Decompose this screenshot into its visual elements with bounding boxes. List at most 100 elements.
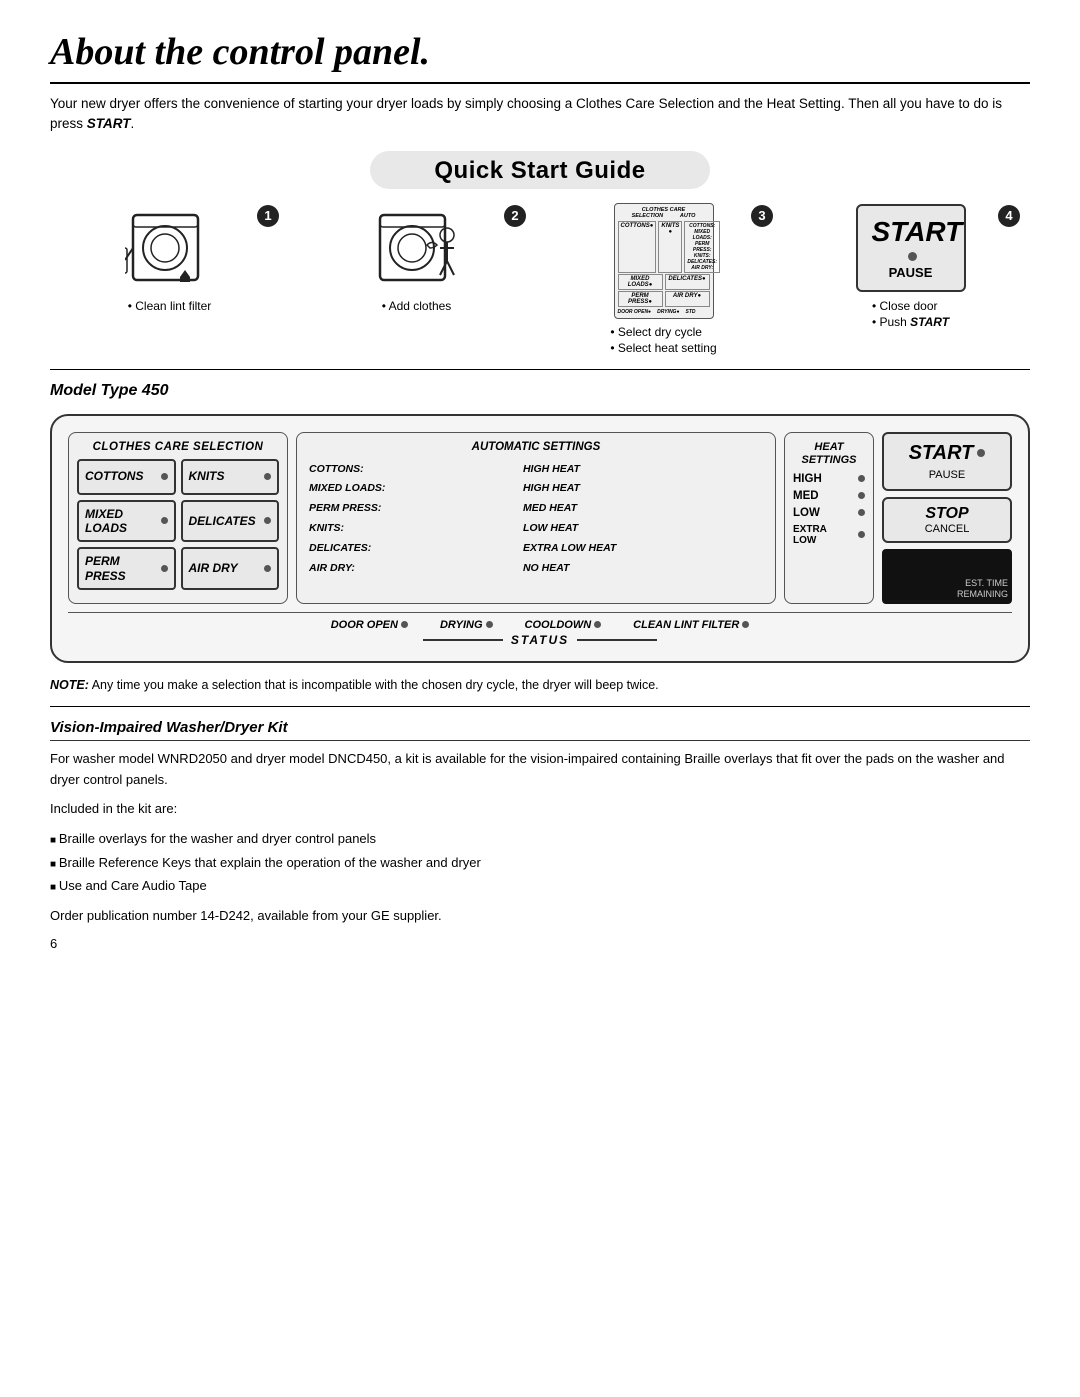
vision-list-item-3: Use and Care Audio Tape [50, 874, 1030, 897]
vision-list: Braille overlays for the washer and drye… [50, 827, 1030, 897]
perm-press-indicator [161, 565, 168, 572]
heat-high[interactable]: HIGH [793, 473, 865, 485]
heat-title: HEATSETTINGS [793, 441, 865, 467]
auto-row-delicates: DELICATES:EXTRA LOW HEAT [309, 540, 763, 558]
heat-med[interactable]: MED [793, 490, 865, 502]
pause-label: PAUSE [889, 265, 933, 280]
vision-para-2: Included in the kit are: [50, 799, 1030, 820]
delicates-indicator [264, 517, 271, 524]
door-open-dot [401, 621, 408, 628]
step-4-badge: 4 [998, 205, 1020, 227]
step-2-badge: 2 [504, 205, 526, 227]
divider-2 [50, 706, 1030, 707]
stop-cancel-button[interactable]: STOP CANCEL [882, 497, 1012, 543]
ccs-button-delicates[interactable]: DELICATES [181, 500, 280, 543]
heat-extra-low[interactable]: EXTRALOW [793, 524, 865, 546]
vision-impaired-title: Vision-Impaired Washer/Dryer Kit [50, 719, 1030, 741]
start-big-label: START [894, 442, 1000, 465]
ccs-button-perm-press[interactable]: PERMPRESS [77, 547, 176, 590]
ccs-button-cottons[interactable]: COTTONS [77, 459, 176, 495]
control-panel: CLOTHES CARE SELECTION COTTONS KNITS MIX… [50, 414, 1030, 663]
start-dot [977, 449, 985, 457]
status-line-left [423, 639, 503, 641]
model-type-label: Model Type 450 [50, 382, 1030, 400]
step-1: 1 Clean lint filter [50, 203, 289, 315]
status-section: DOOR OPEN DRYING COOLDOWN CLEAN LINT FIL… [68, 612, 1012, 647]
cp-top-section: CLOTHES CARE SELECTION COTTONS KNITS MIX… [68, 432, 1012, 604]
knits-indicator [264, 473, 271, 480]
start-pause-box[interactable]: START PAUSE [856, 204, 966, 292]
status-door-open: DOOR OPEN [331, 619, 408, 631]
note-paragraph: NOTE: Any time you make a selection that… [50, 677, 1030, 695]
heat-med-indicator [858, 492, 865, 499]
vision-para-1: For washer model WNRD2050 and dryer mode… [50, 749, 1030, 791]
vision-list-item-2: Braille Reference Keys that explain the … [50, 851, 1030, 874]
ccs-button-air-dry[interactable]: AIR DRY [181, 547, 280, 590]
step-4-bullet-1: Close door [872, 299, 949, 313]
steps-row: 1 Clean lint filter 2 [50, 203, 1030, 357]
time-remaining-label: EST. TIMEREMAINING [886, 578, 1008, 600]
automatic-settings: AUTOMATIC SETTINGS COTTONS:HIGH HEAT MIX… [296, 432, 776, 604]
step-2-bullet-1: Add clothes [382, 299, 452, 313]
page-title: About the control panel. [50, 30, 1030, 84]
auto-row-airdry: AIR DRY:NO HEAT [309, 560, 763, 578]
note-label: NOTE: [50, 678, 89, 692]
step-2: 2 Add clothes [297, 203, 536, 315]
step-2-bullets: Add clothes [382, 299, 452, 315]
step-1-bullets: Clean lint filter [128, 299, 212, 315]
cooldown-dot [594, 621, 601, 628]
step-4-bullets: Close door Push START [872, 299, 949, 331]
status-line-right [577, 639, 657, 641]
heat-settings: HEATSETTINGS HIGH MED LOW EXTRALOW [784, 432, 874, 604]
step-3-bullet-1: Select dry cycle [610, 325, 716, 339]
step-2-image [297, 203, 536, 293]
cottons-indicator [161, 473, 168, 480]
heat-high-indicator [858, 475, 865, 482]
cancel-small-label: CANCEL [894, 523, 1000, 535]
page-number: 6 [50, 936, 1030, 951]
auto-row-mixed: MIXED LOADS:HIGH HEAT [309, 480, 763, 498]
mini-control-panel: CLOTHES CARE SELECTION AUTO COTTONS● KNI… [614, 203, 714, 319]
heat-low-indicator [858, 509, 865, 516]
heat-extra-low-indicator [858, 531, 865, 538]
ccs-button-mixed-loads[interactable]: MIXEDLOADS [77, 500, 176, 543]
vision-para-3: Order publication number 14-D242, availa… [50, 906, 1030, 927]
time-remaining-display: EST. TIMEREMAINING [882, 549, 1012, 604]
auto-row-knits: KNITS:LOW HEAT [309, 520, 763, 538]
status-bar: DOOR OPEN DRYING COOLDOWN CLEAN LINT FIL… [68, 612, 1012, 631]
heat-low[interactable]: LOW [793, 507, 865, 519]
mixed-loads-indicator [161, 517, 168, 524]
step-3-bullets: Select dry cycle Select heat setting [610, 325, 716, 357]
status-drying: DRYING [440, 619, 493, 631]
status-clean-lint: CLEAN LINT FILTER [633, 619, 749, 631]
ccs-buttons-grid: COTTONS KNITS MIXEDLOADS DELICATES PERMP… [77, 459, 279, 591]
step-3-image: CLOTHES CARE SELECTION AUTO COTTONS● KNI… [544, 203, 783, 319]
right-controls: START PAUSE STOP CANCEL EST. TIMEREMAINI… [882, 432, 1012, 604]
intro-paragraph: Your new dryer offers the convenience of… [50, 94, 1030, 135]
pause-label: PAUSE [929, 469, 965, 481]
status-bar-line: STATUS [68, 633, 1012, 647]
ccs-title: CLOTHES CARE SELECTION [77, 441, 279, 453]
start-pause-button[interactable]: START PAUSE [882, 432, 1012, 491]
step-1-image [50, 203, 289, 293]
step-1-bullet-1: Clean lint filter [128, 299, 212, 313]
air-dry-indicator [264, 565, 271, 572]
auto-settings-table: COTTONS:HIGH HEAT MIXED LOADS:HIGH HEAT … [307, 459, 765, 580]
dryer-illustration-1 [125, 205, 215, 290]
divider-1 [50, 369, 1030, 370]
qsg-title: Quick Start Guide [434, 157, 645, 184]
step-3-badge: 3 [751, 205, 773, 227]
auto-row-cottons: COTTONS:HIGH HEAT [309, 461, 763, 479]
step-4: 4 START PAUSE Close door Push START [791, 203, 1030, 331]
clean-lint-dot [742, 621, 749, 628]
status-label: STATUS [511, 633, 569, 647]
step-4-image: START PAUSE [791, 203, 1030, 293]
quick-start-guide-badge: Quick Start Guide [370, 151, 710, 189]
clothes-care-selection: CLOTHES CARE SELECTION COTTONS KNITS MIX… [68, 432, 288, 604]
step-3: 3 CLOTHES CARE SELECTION AUTO COTTONS● K… [544, 203, 783, 357]
drying-dot [486, 621, 493, 628]
auto-row-perm: PERM PRESS:MED HEAT [309, 500, 763, 518]
step-1-badge: 1 [257, 205, 279, 227]
ccs-button-knits[interactable]: KNITS [181, 459, 280, 495]
step-3-bullet-2: Select heat setting [610, 341, 716, 355]
